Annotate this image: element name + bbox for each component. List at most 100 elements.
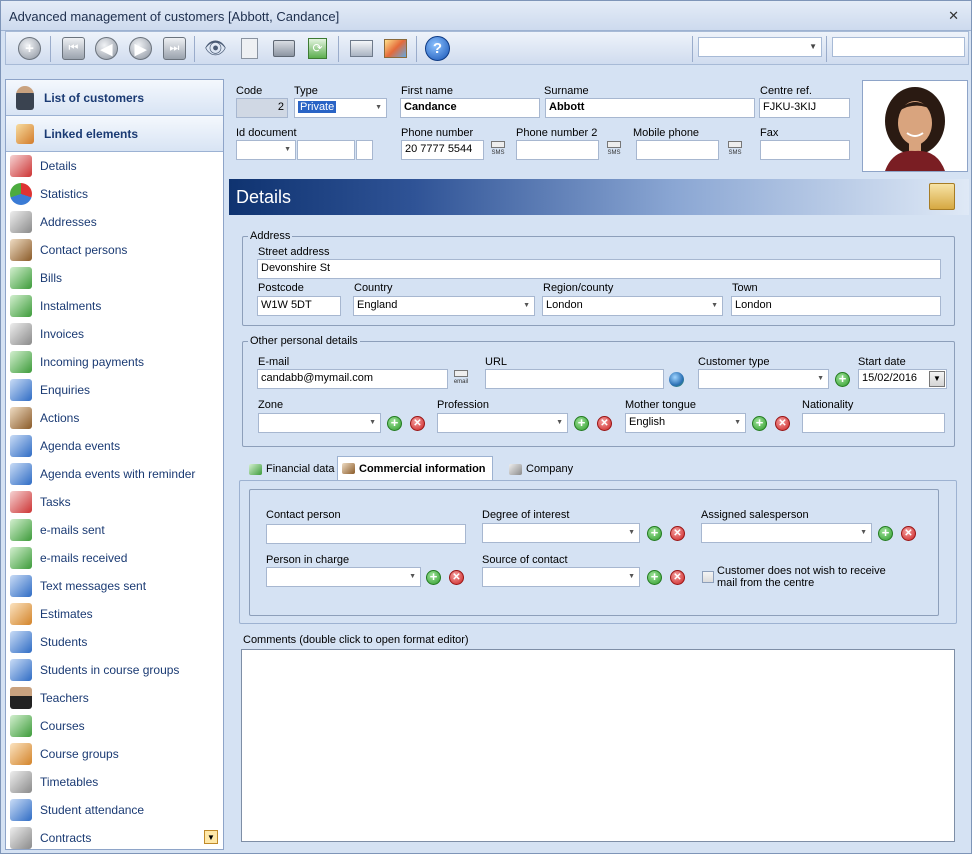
close-icon[interactable]: ✕ — [948, 8, 959, 24]
no-mail-checkbox[interactable] — [702, 571, 714, 583]
help-button[interactable]: ? — [424, 35, 451, 62]
street-field[interactable]: Devonshire St — [257, 259, 941, 279]
add-mother-tongue-button[interactable]: + — [752, 416, 767, 431]
profession-select[interactable]: ▼ — [437, 413, 568, 433]
search-button[interactable]: 👁 — [202, 35, 229, 62]
sidebar-item-contracts[interactable]: Contracts — [6, 824, 223, 849]
folder-icon[interactable] — [929, 183, 955, 210]
customer-photo[interactable] — [862, 80, 968, 172]
person-in-charge-select[interactable]: ▼ — [266, 567, 421, 587]
type-select[interactable]: Private ▼ — [294, 98, 387, 118]
sidebar-item-contact-persons[interactable]: Contact persons — [6, 236, 223, 264]
add-salesperson-button[interactable]: + — [878, 526, 893, 541]
sidebar-item-statistics[interactable]: Statistics — [6, 180, 223, 208]
sms-button[interactable]: SMS — [489, 141, 507, 159]
remove-person-in-charge-button[interactable]: ✕ — [449, 570, 464, 585]
sidebar-item-courses[interactable]: Courses — [6, 712, 223, 740]
send-email-button[interactable]: email — [452, 370, 470, 388]
id-document-extra-field[interactable] — [356, 140, 373, 160]
sms-button[interactable]: SMS — [726, 141, 744, 159]
region-select[interactable]: London ▼ — [542, 296, 723, 316]
mobile-field[interactable] — [636, 140, 719, 160]
comments-area[interactable] — [241, 649, 955, 842]
sidebar-item-estimates[interactable]: Estimates — [6, 600, 223, 628]
sidebar-item-students[interactable]: Students — [6, 628, 223, 656]
remove-zone-button[interactable]: ✕ — [410, 416, 425, 431]
id-document-number-field[interactable] — [297, 140, 355, 160]
sidebar-item-addresses[interactable]: Addresses — [6, 208, 223, 236]
chart-button[interactable] — [382, 35, 409, 62]
sidebar-item-emails-sent[interactable]: e-mails sent — [6, 516, 223, 544]
sidebar-item-actions[interactable]: Actions — [6, 404, 223, 432]
sidebar-item-students-groups[interactable]: Students in course groups — [6, 656, 223, 684]
last-record-button[interactable]: ⏭ — [161, 35, 188, 62]
sidebar-item-bills[interactable]: Bills — [6, 264, 223, 292]
remove-profession-button[interactable]: ✕ — [597, 416, 612, 431]
degree-select[interactable]: ▼ — [482, 523, 640, 543]
remove-mother-tongue-button[interactable]: ✕ — [775, 416, 790, 431]
salesperson-select[interactable]: ▼ — [701, 523, 872, 543]
id-document-type-select[interactable]: ▼ — [236, 140, 296, 160]
surname-field[interactable]: Abbott — [545, 98, 755, 118]
sidebar-item-text-messages[interactable]: Text messages sent — [6, 572, 223, 600]
sidebar-item-course-groups[interactable]: Course groups — [6, 740, 223, 768]
sidebar-item-agenda-events[interactable]: Agenda events — [6, 432, 223, 460]
add-person-in-charge-button[interactable]: + — [426, 570, 441, 585]
country-select[interactable]: England ▼ — [353, 296, 535, 316]
phone2-field[interactable] — [516, 140, 599, 160]
globe-icon[interactable] — [669, 372, 684, 387]
zone-select[interactable]: ▼ — [258, 413, 381, 433]
add-customer-type-button[interactable]: + — [835, 372, 850, 387]
fax-field[interactable] — [760, 140, 850, 160]
nationality-field[interactable] — [802, 413, 945, 433]
centre-ref-field[interactable]: FJKU-3KIJ — [759, 98, 850, 118]
toolbar-search-input[interactable] — [832, 37, 965, 57]
sidebar-list-of-customers[interactable]: List of customers — [6, 80, 223, 116]
add-profession-button[interactable]: + — [574, 416, 589, 431]
sms-button[interactable]: SMS — [605, 141, 623, 159]
document-button[interactable] — [236, 35, 263, 62]
add-record-button[interactable]: + — [16, 35, 43, 62]
add-zone-button[interactable]: + — [387, 416, 402, 431]
previous-record-button[interactable]: ◀ — [93, 35, 120, 62]
first-name-field[interactable]: Candance — [400, 98, 540, 118]
customer-type-select[interactable]: ▼ — [698, 369, 829, 389]
sidebar-item-tasks[interactable]: Tasks — [6, 488, 223, 516]
source-select[interactable]: ▼ — [482, 567, 640, 587]
sidebar-item-enquiries[interactable]: Enquiries — [6, 376, 223, 404]
town-field[interactable]: London — [731, 296, 941, 316]
phone-field[interactable]: 20 7777 5544 — [401, 140, 484, 160]
sidebar-item-attendance[interactable]: Student attendance — [6, 796, 223, 824]
add-degree-button[interactable]: + — [647, 526, 662, 541]
tab-company[interactable]: Company — [509, 458, 573, 480]
sidebar-item-incoming-payments[interactable]: Incoming payments — [6, 348, 223, 376]
tab-financial-data[interactable]: Financial data — [249, 458, 335, 480]
contact-person-field[interactable] — [266, 524, 466, 544]
sidebar-item-timetables[interactable]: Timetables — [6, 768, 223, 796]
remove-salesperson-button[interactable]: ✕ — [901, 526, 916, 541]
url-field[interactable] — [485, 369, 664, 389]
sidebar-item-agenda-reminder[interactable]: Agenda events with reminder — [6, 460, 223, 488]
calendar-dropdown-button[interactable]: ▼ — [929, 371, 945, 387]
tab-commercial-information[interactable]: Commercial information — [337, 456, 493, 480]
mother-tongue-select[interactable]: English ▼ — [625, 413, 746, 433]
refresh-button[interactable]: ⟳ — [304, 35, 331, 62]
email-field[interactable]: candabb@mymail.com — [257, 369, 448, 389]
export-button[interactable] — [348, 35, 375, 62]
print-button[interactable] — [270, 35, 297, 62]
next-record-button[interactable]: ▶ — [127, 35, 154, 62]
sidebar-item-invoices[interactable]: Invoices — [6, 320, 223, 348]
toolbar-select[interactable]: ▼ — [698, 37, 822, 57]
first-record-button[interactable]: ⏮ — [60, 35, 87, 62]
sidebar-item-teachers[interactable]: Teachers — [6, 684, 223, 712]
sidebar-scroll-down-button[interactable]: ▼ — [204, 830, 218, 844]
sidebar-item-emails-received[interactable]: e-mails received — [6, 544, 223, 572]
sidebar-linked-elements[interactable]: Linked elements — [6, 116, 223, 152]
remove-degree-button[interactable]: ✕ — [670, 526, 685, 541]
sidebar-item-details[interactable]: Details — [6, 152, 223, 180]
remove-source-button[interactable]: ✕ — [670, 570, 685, 585]
code-field[interactable]: 2 — [236, 98, 288, 118]
sidebar-item-instalments[interactable]: Instalments — [6, 292, 223, 320]
postcode-field[interactable]: W1W 5DT — [257, 296, 341, 316]
add-source-button[interactable]: + — [647, 570, 662, 585]
